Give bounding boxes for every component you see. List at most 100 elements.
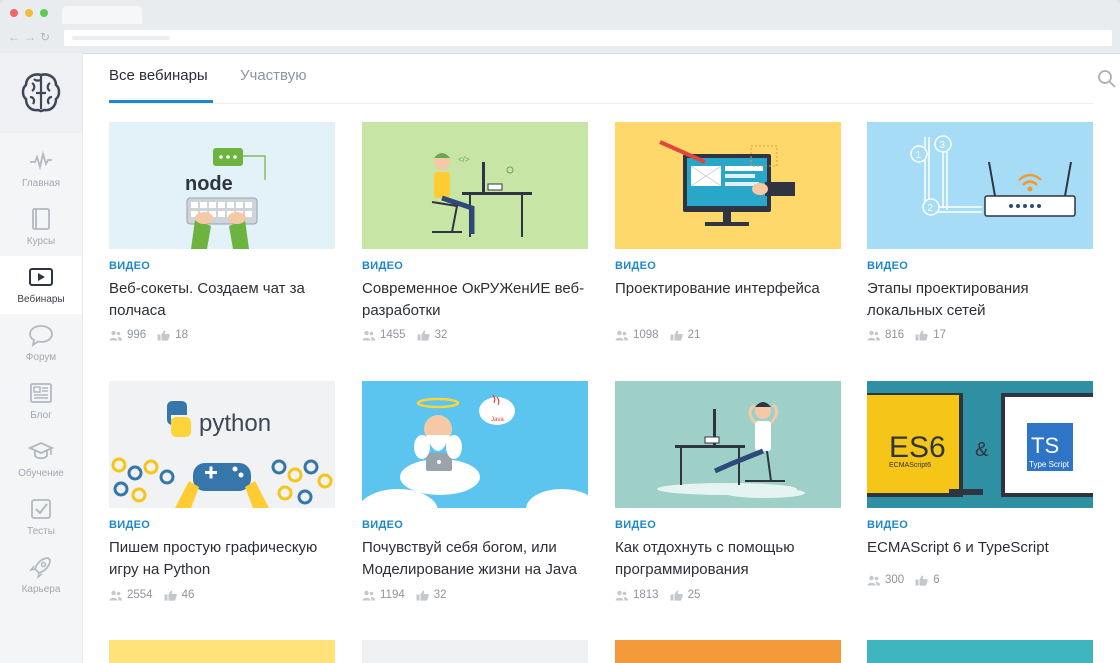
webinar-card-partial[interactable] <box>362 640 588 663</box>
sidebar-item-label: Курсы <box>26 236 56 247</box>
sidebar-item-education[interactable]: Обучение <box>0 430 82 488</box>
thumbs-up-icon <box>416 590 429 601</box>
thumbs-up-icon <box>164 590 177 601</box>
thumb-node-text: node <box>185 173 233 195</box>
active-tab-indicator <box>109 100 213 103</box>
thumbs-up-icon <box>915 330 928 341</box>
card-type-label: ВИДЕО <box>109 519 151 531</box>
maximize-window-icon[interactable] <box>40 9 48 17</box>
card-type-label: ВИДЕО <box>109 260 151 272</box>
webinar-card-partial[interactable] <box>109 640 335 663</box>
browser-nav-icons[interactable]: ←→↻ <box>8 30 54 44</box>
viewers-icon <box>362 590 375 600</box>
relaxing-developer-illustration[interactable] <box>615 381 841 508</box>
card-title[interactable]: Современное ОкРУЖенИЕ веб-разработки <box>362 278 590 321</box>
views-count: 816 <box>885 329 905 341</box>
likes-count: 17 <box>933 329 946 341</box>
card-title[interactable]: Почувствуй себя богом, или Моделирование… <box>362 537 590 580</box>
main-content: Все вебинары Участвую node ВИДЕО Веб-сокет… <box>83 53 1120 663</box>
sidebar-item-label: Форум <box>25 352 57 363</box>
webinar-card[interactable]: 1 2 3 ВИДЕО Этапы проектирования локальных с… <box>867 122 1093 362</box>
router-network-illustration[interactable]: 1 2 3 <box>867 122 1093 249</box>
views-count: 1455 <box>380 329 406 341</box>
tab-all-webinars[interactable]: Все вебинары <box>109 67 208 84</box>
thumb-python-text: python <box>199 410 271 437</box>
card-type-label: ВИДЕО <box>615 260 657 272</box>
views-count: 996 <box>127 329 147 341</box>
card-stats: 996 18 <box>109 329 188 341</box>
nodejs-keyboard-illustration[interactable]: node <box>109 122 335 249</box>
thumbs-up-icon <box>915 575 928 586</box>
close-window-icon[interactable] <box>10 9 18 17</box>
card-type-label: ВИДЕО <box>867 260 909 272</box>
god-on-cloud-illustration[interactable]: Java <box>362 381 588 508</box>
views-count: 2554 <box>127 589 153 601</box>
likes-count: 32 <box>433 589 447 601</box>
sidebar-item-label: Обучение <box>18 468 64 479</box>
sidebar-item-home[interactable]: Главная <box>0 140 82 198</box>
sidebar-item-courses[interactable]: Курсы <box>0 198 82 256</box>
webinar-card[interactable]: ES6 ECMAScript6 & TS Type Script ВИДЕО ECMAScr… <box>867 381 1093 621</box>
card-stats: 300 6 <box>867 574 940 586</box>
card-title[interactable]: Пишем простую графическую игру на Python <box>109 537 337 580</box>
sidebar-item-tests[interactable]: Тесты <box>0 488 82 546</box>
likes-count: 21 <box>687 329 701 341</box>
minimize-window-icon[interactable] <box>25 9 33 17</box>
viewers-icon <box>109 330 122 340</box>
newspaper-icon <box>30 383 52 403</box>
python-gamepad-illustration[interactable]: python <box>109 381 335 508</box>
checkbox-icon <box>31 499 51 519</box>
views-count: 300 <box>885 574 905 586</box>
webinar-card[interactable]: node ВИДЕО Веб-сокеты. Создаем чат за полч… <box>109 122 335 362</box>
developer-at-desk-illustration[interactable]: </> <box>362 122 588 249</box>
card-type-label: ВИДЕО <box>362 519 404 531</box>
card-stats: 816 17 <box>867 329 946 341</box>
thumb-es6-text: ES6 <box>889 431 946 464</box>
card-title[interactable]: Этапы проектирования локальных сетей <box>867 278 1095 321</box>
card-title[interactable]: Веб-сокеты. Создаем чат за полчаса <box>109 278 337 321</box>
likes-count: 32 <box>434 329 448 341</box>
browser-tab[interactable] <box>62 6 142 24</box>
sidebar-item-blog[interactable]: Блог <box>0 372 82 430</box>
thumb-java-text: Java <box>491 417 504 423</box>
card-type-label: ВИДЕО <box>362 260 404 272</box>
thumbs-up-icon <box>417 330 430 341</box>
viewers-icon <box>362 330 375 340</box>
views-count: 1194 <box>380 589 405 601</box>
chat-bubble-icon <box>29 325 53 348</box>
webinar-card[interactable]: python ВИДЕО Пишем простую графическую игр… <box>109 381 335 621</box>
card-title[interactable]: ECMAScript 6 и TypeScript <box>867 537 1095 559</box>
webinar-card-partial[interactable] <box>867 640 1093 663</box>
webinar-card[interactable]: ВИДЕО Как отдохнуть с помощью программиро… <box>615 381 841 621</box>
browser-titlebar: ←→↻ <box>0 0 1120 54</box>
address-bar[interactable] <box>64 30 1112 46</box>
viewers-icon <box>867 575 880 585</box>
webinar-card[interactable]: ВИДЕО Проектирование интерфейса 1098 21 <box>615 122 841 362</box>
sidebar-item-career[interactable]: Карьера <box>0 546 82 604</box>
webinar-tabs: Все вебинары Участвую <box>109 53 1116 104</box>
likes-count: 46 <box>181 589 195 601</box>
thumb-ts-sub: Type Script <box>1029 460 1070 469</box>
thumbs-up-icon <box>670 590 683 601</box>
es6-typescript-illustration[interactable]: ES6 ECMAScript6 & TS Type Script <box>867 381 1093 508</box>
brain-logo-icon[interactable] <box>0 53 82 133</box>
card-stats: 1813 25 <box>615 589 700 601</box>
card-type-label: ВИДЕО <box>615 519 657 531</box>
likes-count: 18 <box>175 329 188 341</box>
card-stats: 1194 32 <box>362 589 447 601</box>
search-icon[interactable] <box>1097 69 1117 89</box>
webinar-card[interactable]: </> ВИДЕО Современное ОкРУЖенИЕ веб-разраб… <box>362 122 588 362</box>
sidebar-item-forum[interactable]: Форум <box>0 314 82 372</box>
sidebar-item-label: Вебинары <box>17 294 65 305</box>
tab-participating[interactable]: Участвую <box>240 67 306 84</box>
webinar-card[interactable]: Java ВИДЕО Почувствуй себя богом, или Моде… <box>362 381 588 621</box>
card-title[interactable]: Как отдохнуть с помощью программирования <box>615 537 843 580</box>
sidebar-item-webinars[interactable]: Вебинары <box>0 256 82 314</box>
webinar-card-partial[interactable] <box>615 640 841 663</box>
thumb-ts-text: TS <box>1031 433 1059 458</box>
thumbs-up-icon <box>670 330 683 341</box>
viewers-icon <box>109 590 122 600</box>
card-title[interactable]: Проектирование интерфейса <box>615 278 843 300</box>
monitor-design-illustration[interactable] <box>615 122 841 249</box>
svg-text:</>: </> <box>458 155 470 164</box>
